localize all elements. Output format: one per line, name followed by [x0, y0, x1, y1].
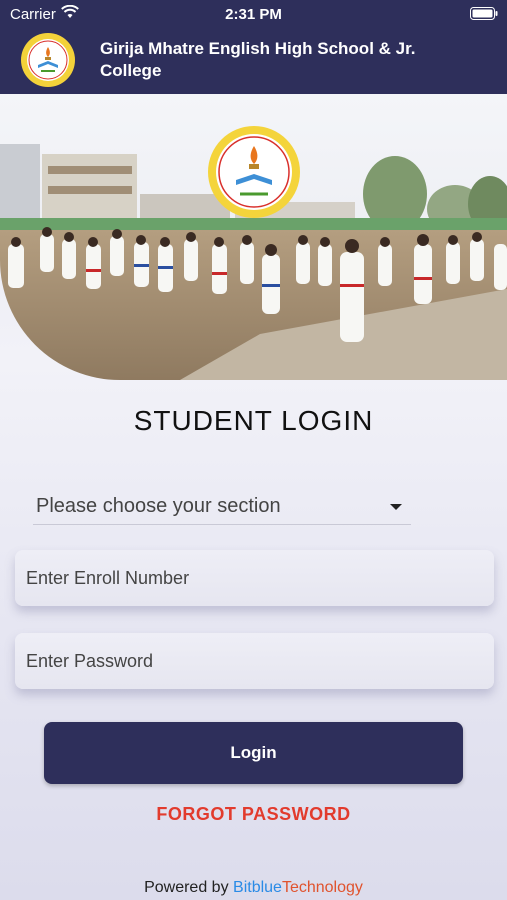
enroll-number-input[interactable] — [15, 550, 494, 606]
section-dropdown-placeholder: Please choose your section — [36, 495, 281, 517]
battery-icon — [470, 7, 498, 24]
brand-name-part1: Bitblue — [233, 879, 282, 896]
app-header: Carrier 2:31 PM Girija Mhatre English Hi… — [0, 0, 507, 94]
brand-name[interactable]: BitblueTechnology — [233, 879, 363, 896]
password-field[interactable] — [15, 633, 494, 689]
login-heading: STUDENT LOGIN — [133, 405, 374, 436]
password-input[interactable] — [15, 633, 494, 689]
status-bar: Carrier 2:31 PM — [0, 0, 507, 28]
login-button[interactable]: Login — [44, 722, 463, 784]
forgot-password-link[interactable]: FORGOT PASSWORD — [0, 804, 507, 825]
chevron-down-icon — [390, 504, 402, 510]
enroll-number-field[interactable] — [15, 550, 494, 606]
school-crest-logo — [208, 126, 300, 218]
school-crest-logo — [21, 33, 75, 87]
page-title: Girija Mhatre English High School & Jr. … — [100, 39, 416, 80]
clock: 2:31 PM — [225, 6, 282, 23]
karate-students-photo — [0, 94, 507, 380]
brand-name-part2: Technology — [281, 879, 363, 896]
section-dropdown[interactable]: Please choose your section — [33, 487, 411, 525]
powered-by-footer: Powered by BitblueTechnology — [0, 879, 507, 897]
powered-by-label: Powered by — [144, 879, 229, 896]
